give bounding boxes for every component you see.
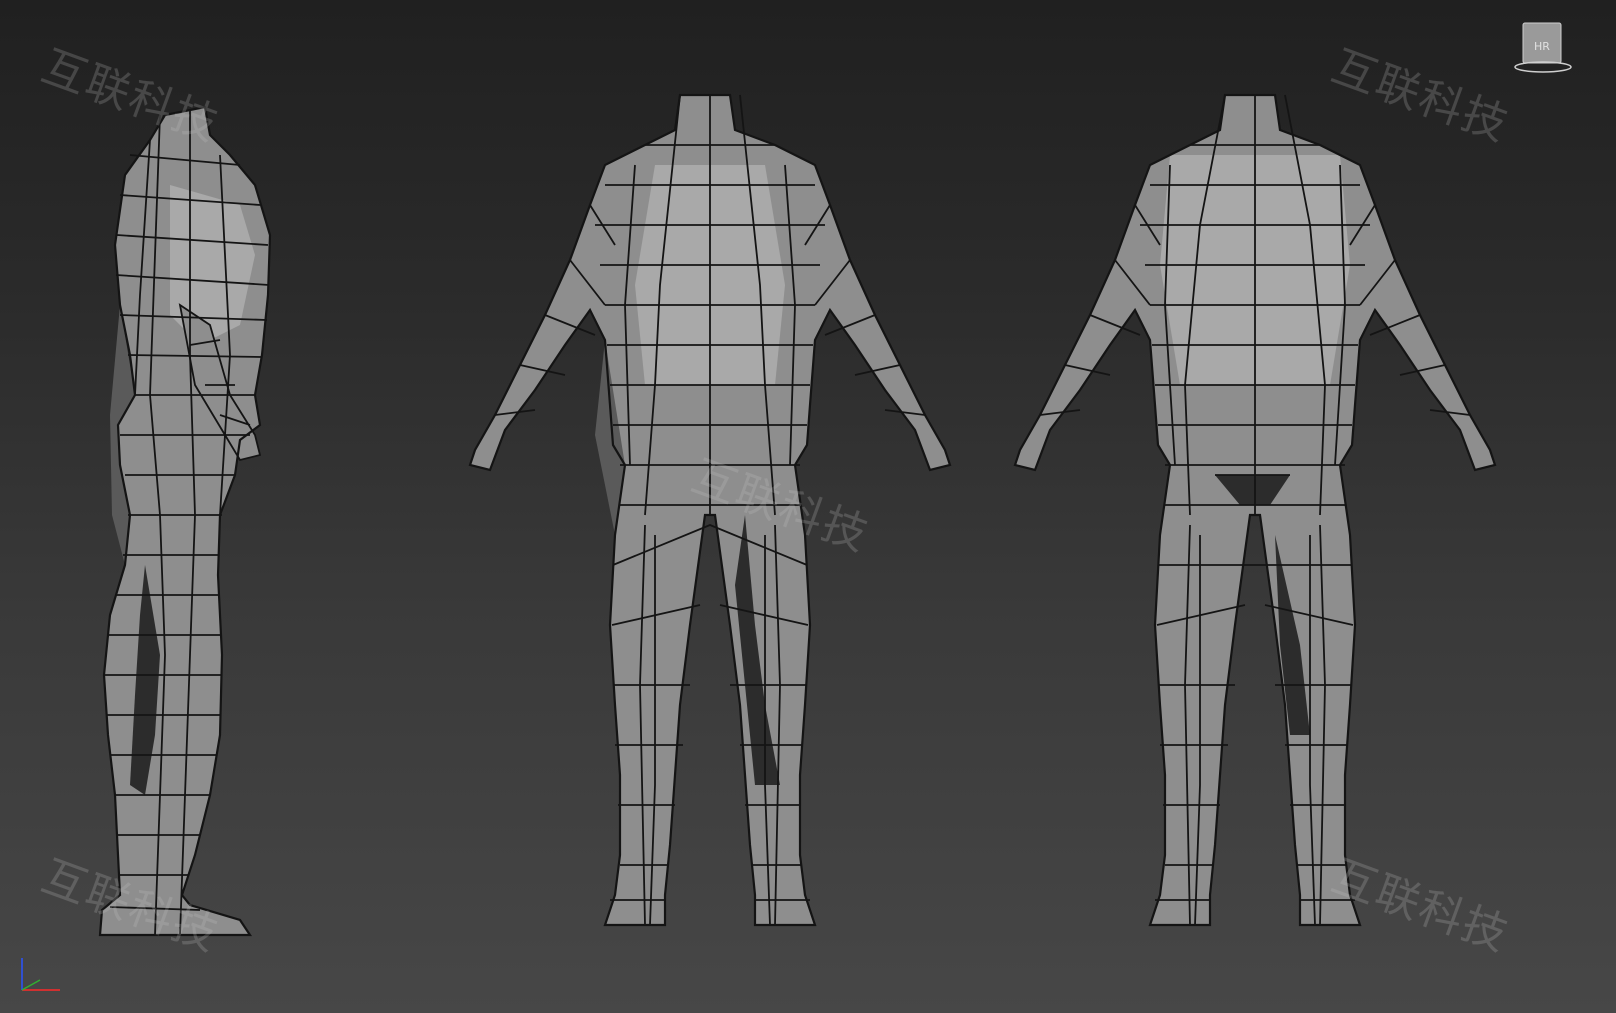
axis-tripod-icon: [10, 940, 70, 1000]
mesh-figure-back[interactable]: [1000, 85, 1510, 965]
3d-viewport[interactable]: 互联科技 互联科技 互联科技 互联科技 互联科技 HR: [0, 0, 1616, 1013]
mesh-figure-front[interactable]: [455, 85, 965, 965]
mesh-figure-side[interactable]: [90, 95, 290, 975]
viewcube-icon[interactable]: HR: [1513, 20, 1573, 80]
viewcube-label: HR: [1534, 40, 1550, 53]
